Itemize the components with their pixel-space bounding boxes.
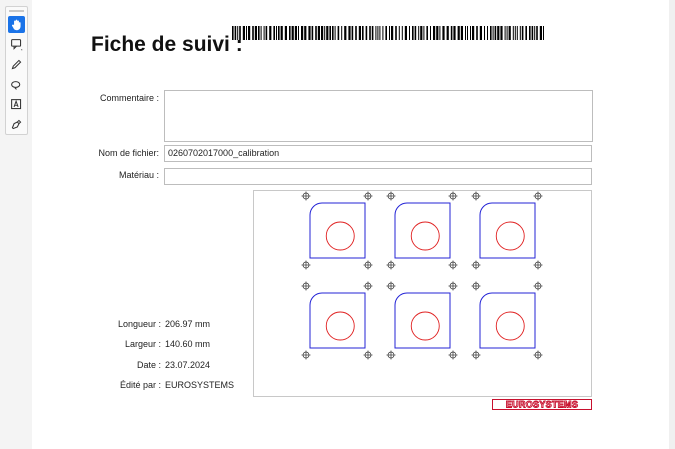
svg-text:EUROSYSTEMS: EUROSYSTEMS — [506, 400, 578, 410]
material-field[interactable] — [164, 168, 592, 185]
comment-field[interactable] — [164, 90, 593, 142]
page-title: Fiche de suivi : — [91, 33, 243, 56]
pen-draw-icon[interactable] — [8, 56, 25, 73]
fill-sign-icon[interactable] — [8, 116, 25, 133]
filename-label: Nom de fichier: — [98, 148, 159, 158]
annotation-toolbar — [5, 6, 28, 135]
width-label: Largeur : — [124, 339, 161, 349]
filename-field[interactable]: 0260702017000_calibration — [164, 145, 592, 162]
editor-label: Édité par : — [119, 380, 161, 390]
width-value: 140.60 mm — [165, 339, 211, 349]
part-hole — [325, 221, 355, 251]
hand-pan-icon[interactable] — [8, 16, 25, 33]
part-hole — [495, 221, 525, 251]
part-hole — [410, 311, 440, 341]
comment-add-icon[interactable] — [8, 36, 25, 53]
length-value: 206.97 mm — [165, 319, 211, 329]
material-label: Matériau : — [118, 170, 159, 180]
cutting-layout-preview — [253, 190, 592, 397]
date-value: 23.07.2024 — [165, 360, 211, 370]
length-label: Longueur : — [117, 319, 161, 329]
part-hole — [495, 311, 525, 341]
part-hole — [325, 311, 355, 341]
editor-value: EUROSYSTEMS — [165, 380, 235, 390]
eurosystems-logo: EUROSYSTEMS — [492, 399, 592, 410]
part-hole — [410, 221, 440, 251]
comment-label: Commentaire : — [99, 93, 159, 103]
eraser-icon[interactable] — [8, 76, 25, 93]
text-box-icon[interactable] — [8, 96, 25, 113]
toolbar-grip[interactable] — [9, 10, 24, 12]
barcode — [232, 26, 544, 40]
vertical-scrollbar[interactable] — [669, 0, 675, 449]
date-label: Date : — [136, 360, 161, 370]
